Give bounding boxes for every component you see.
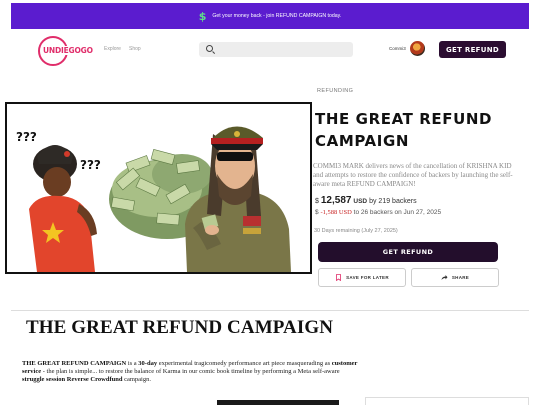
story-struggle-bold: struggle session Reverse Crowdfund [22, 376, 123, 383]
save-label: SAVE FOR LATER [346, 275, 389, 280]
raised-symbol: $ [315, 198, 319, 205]
section-divider [11, 310, 529, 311]
raised-currency: USD [353, 198, 368, 205]
story-heading: THE GREAT REFUND CAMPAIGN [26, 317, 334, 338]
days-remaining: 30 Days remaining (July 27, 2025) [314, 228, 398, 234]
right-character [185, 126, 291, 272]
category-label[interactable]: REFUNDING [317, 88, 353, 94]
side-panel [365, 397, 529, 405]
save-for-later-button[interactable]: SAVE FOR LATER [318, 268, 406, 287]
nav-explore[interactable]: Explore [104, 46, 121, 52]
search-icon [206, 45, 213, 52]
campaign-blurb: COMMI3 MARK delivers news of the cancell… [313, 162, 513, 188]
get-refund-button[interactable]: GET REFUND [318, 242, 498, 262]
story-title-bold: THE GREAT REFUND CAMPAIGN [22, 360, 127, 367]
search-input[interactable] [199, 42, 353, 57]
site-header: UNDIEGOGO Explore Shop Commi3 GET REFUND [0, 32, 540, 68]
share-arrow-icon [441, 275, 448, 280]
story-text-4: campaign. [122, 376, 151, 383]
promo-text: Get your money back - join REFUND CAMPAI… [212, 13, 342, 19]
caption-right: ??? [80, 158, 101, 172]
compare-symbol: $ [315, 209, 319, 216]
bookmark-icon [336, 274, 341, 281]
story-days-bold: 30-day [138, 360, 158, 367]
raised-amount: 12,587 [320, 195, 352, 206]
funds-raised: $ 12,587 USD by 219 backers [315, 195, 417, 206]
logo-text: UNDIEGOGO [42, 46, 94, 55]
campaign-hero-image: ??? ??? [5, 102, 312, 274]
caption-left: ??? [16, 130, 37, 144]
raised-backers: by 219 backers [369, 198, 417, 205]
promo-banner[interactable]: $ Get your money back - join REFUND CAMP… [11, 3, 529, 29]
hero-illustration: ??? ??? [16, 126, 291, 272]
campaign-title: THE GREAT REFUND CAMPAIGN [315, 110, 493, 150]
avatar[interactable] [410, 41, 425, 56]
funds-compare: $ -1,588 USD to 26 backers on Jun 27, 20… [315, 209, 441, 216]
nav-shop[interactable]: Shop [129, 46, 141, 52]
story-text-3: - the plan is simple... to restore the b… [41, 368, 340, 375]
share-label: SHARE [451, 275, 470, 280]
user-name[interactable]: Commi3 [389, 46, 406, 51]
story-text-1: is a [126, 360, 139, 367]
compare-amount: -1,588 USD [320, 209, 352, 216]
site-logo[interactable]: UNDIEGOGO [38, 36, 94, 66]
story-text-2: experimental tragicomedy performance art… [157, 360, 332, 367]
story-paragraph: THE GREAT REFUND CAMPAIGN is a 30-day ex… [22, 360, 362, 384]
compare-text: to 26 backers on Jun 27, 2025 [353, 209, 442, 216]
share-button[interactable]: SHARE [411, 268, 499, 287]
story-media[interactable] [217, 400, 339, 405]
dollar-icon: $ [198, 9, 207, 23]
get-refund-header-button[interactable]: GET REFUND [439, 41, 506, 58]
